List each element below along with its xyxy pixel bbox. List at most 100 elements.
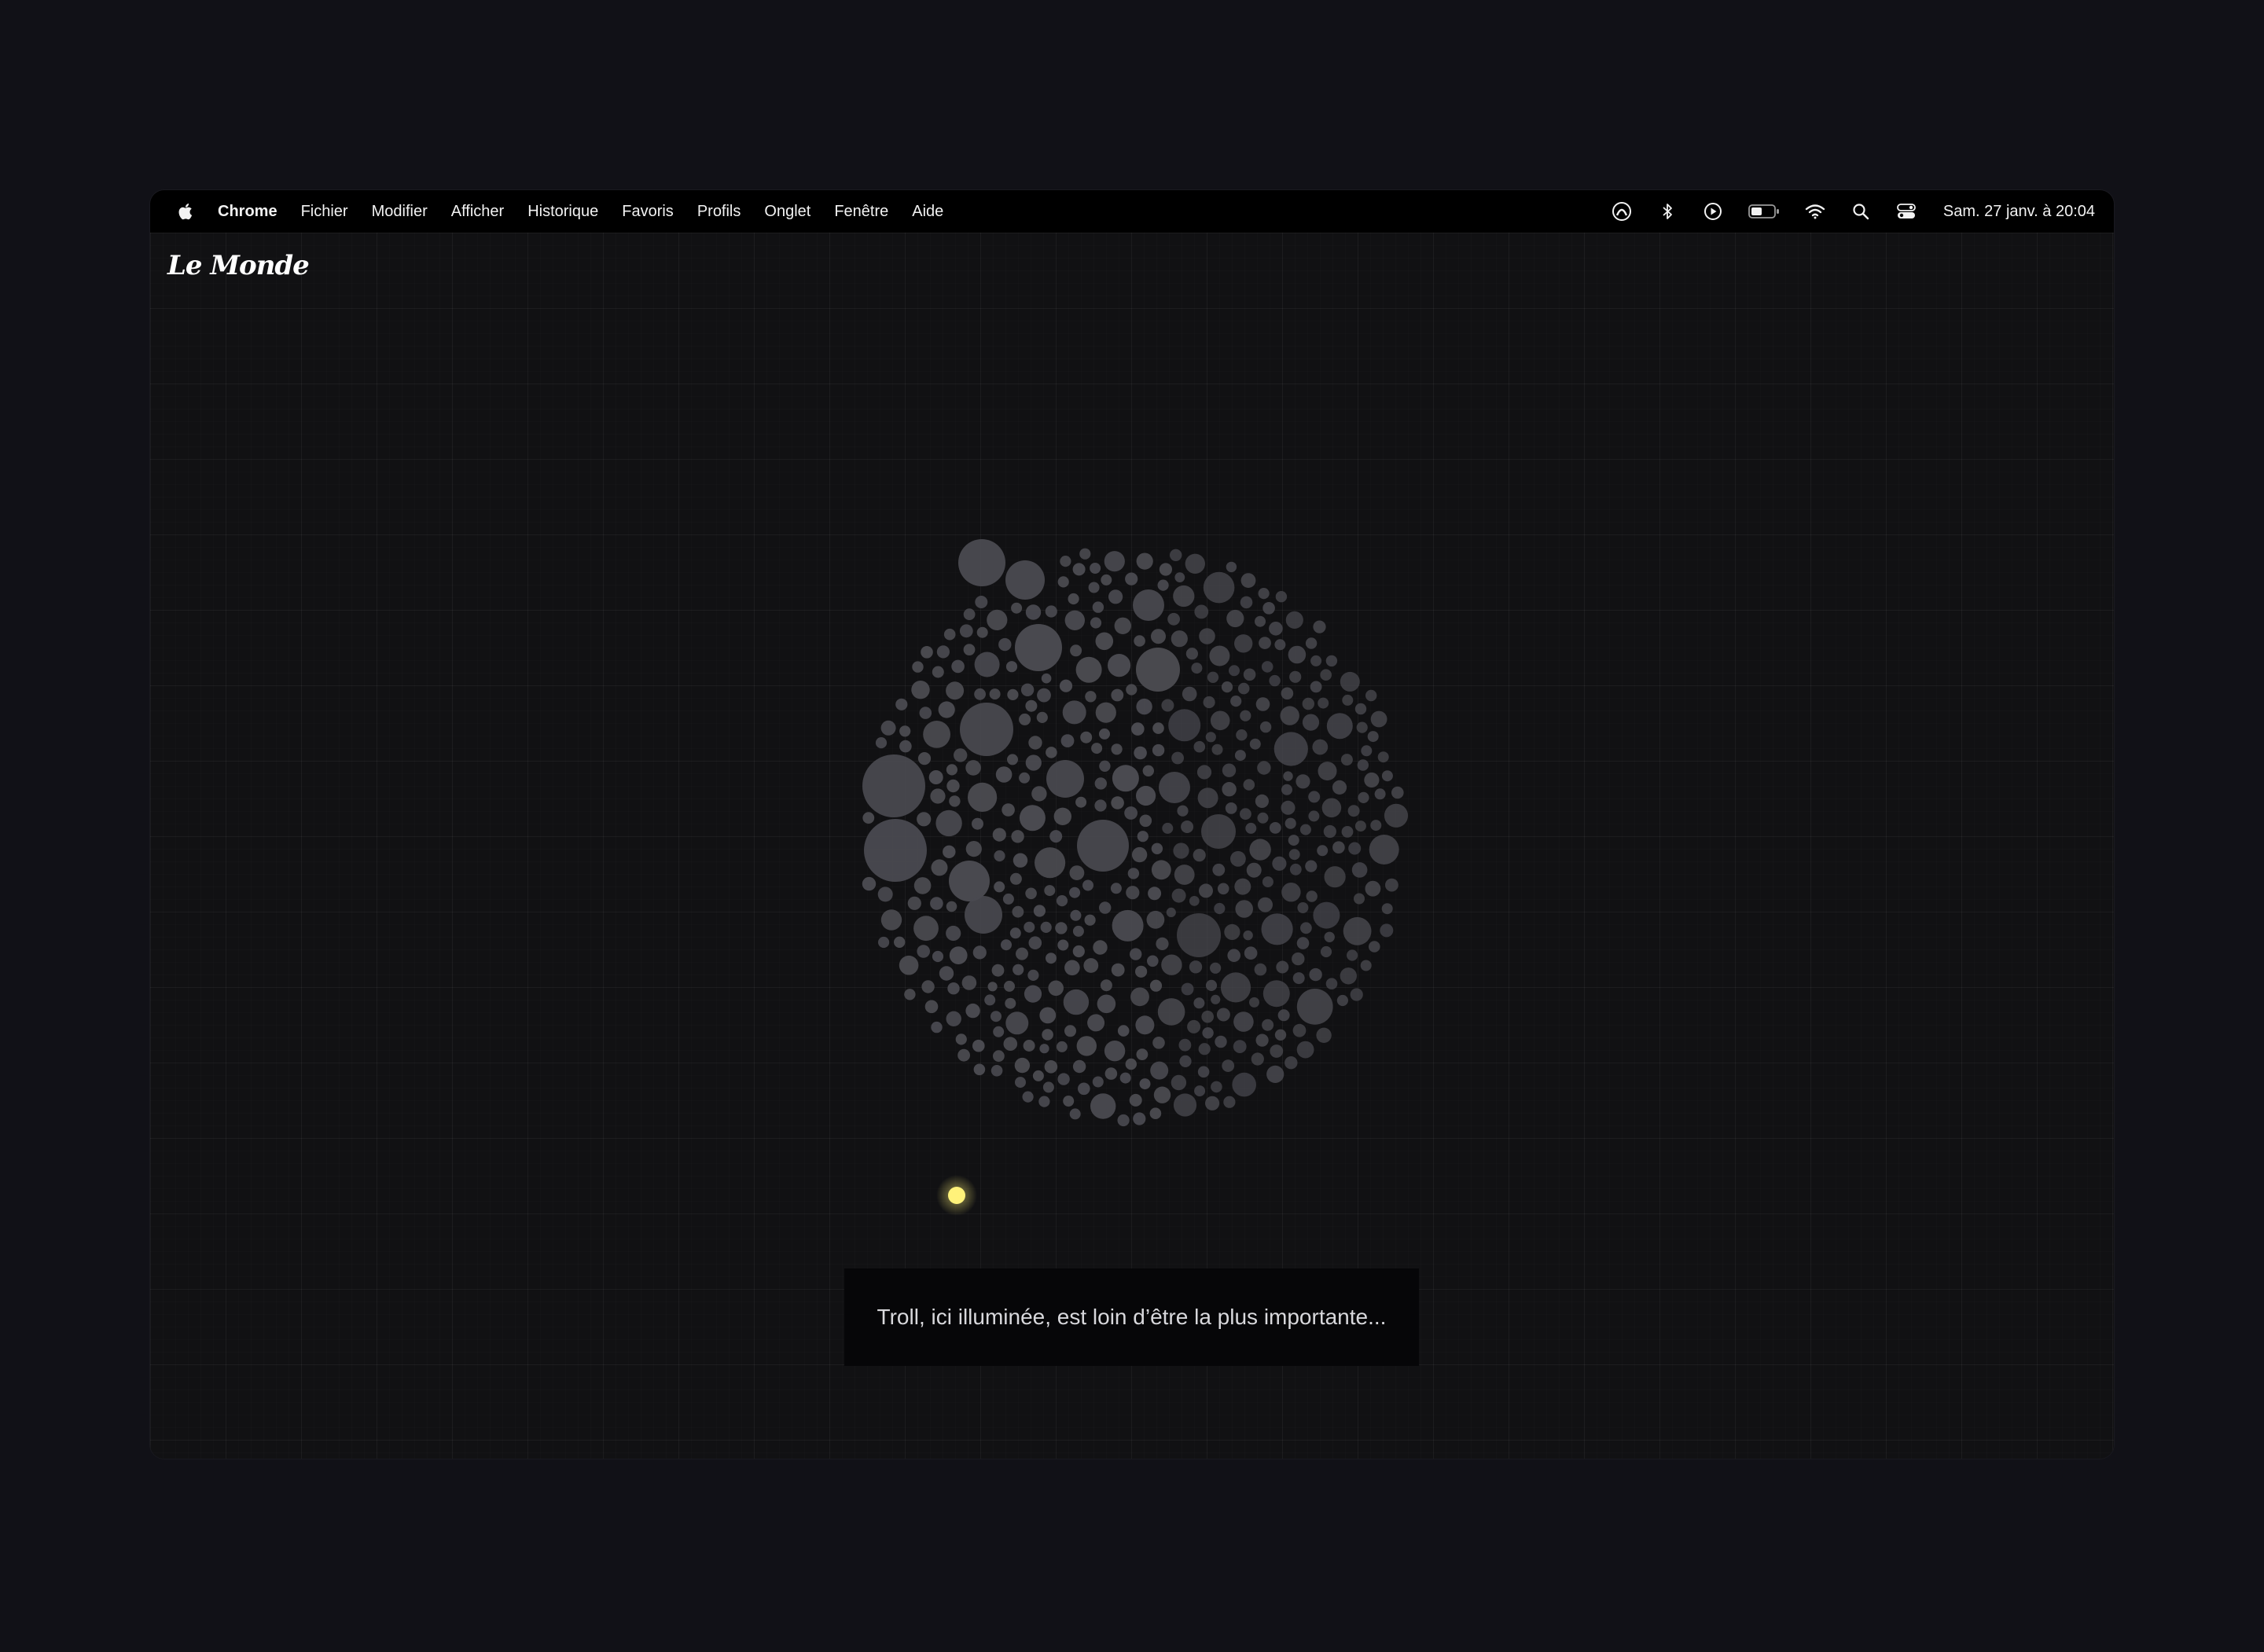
bubble[interactable] bbox=[946, 681, 965, 700]
bubble[interactable] bbox=[1069, 887, 1081, 898]
bubble[interactable] bbox=[1171, 888, 1186, 903]
bubble[interactable] bbox=[1064, 960, 1080, 976]
bubble[interactable] bbox=[1240, 808, 1251, 820]
bubble[interactable] bbox=[1092, 601, 1104, 613]
bubble[interactable] bbox=[1370, 710, 1387, 728]
bubble[interactable] bbox=[1023, 1040, 1035, 1052]
bubble[interactable] bbox=[1046, 747, 1057, 758]
bubble[interactable] bbox=[1259, 637, 1271, 649]
bubble[interactable] bbox=[1300, 922, 1312, 934]
bubble[interactable] bbox=[1336, 994, 1348, 1007]
bubble[interactable] bbox=[1325, 978, 1338, 989]
bubble[interactable] bbox=[1342, 694, 1354, 706]
bubble[interactable] bbox=[1299, 824, 1311, 835]
bubble[interactable] bbox=[1011, 602, 1023, 614]
bubble[interactable] bbox=[1230, 850, 1246, 867]
bubble[interactable] bbox=[1015, 624, 1062, 671]
play-icon[interactable] bbox=[1690, 190, 1736, 233]
bubble[interactable] bbox=[943, 845, 956, 858]
bubble[interactable] bbox=[1150, 1061, 1169, 1080]
bubble[interactable] bbox=[1009, 872, 1022, 885]
bubble[interactable] bbox=[1157, 579, 1169, 591]
bubble[interactable] bbox=[965, 841, 982, 857]
bubble[interactable] bbox=[1079, 548, 1091, 560]
bubble[interactable] bbox=[1221, 681, 1233, 693]
bubble[interactable] bbox=[1340, 754, 1353, 766]
bubble[interactable] bbox=[1057, 939, 1069, 951]
bubble[interactable] bbox=[917, 752, 932, 765]
bubble[interactable] bbox=[1042, 1081, 1054, 1093]
bubble[interactable] bbox=[1285, 817, 1296, 829]
bubble[interactable] bbox=[1193, 997, 1205, 1009]
battery-icon[interactable] bbox=[1736, 190, 1792, 233]
bubble[interactable] bbox=[1351, 862, 1368, 878]
bubble[interactable] bbox=[965, 896, 1002, 934]
bubble[interactable] bbox=[1236, 729, 1248, 741]
bubble[interactable] bbox=[1277, 1009, 1290, 1022]
bubble[interactable] bbox=[1171, 751, 1184, 765]
bubble[interactable] bbox=[895, 698, 908, 710]
bubble[interactable] bbox=[1193, 849, 1206, 862]
bubble[interactable] bbox=[1090, 563, 1101, 574]
bubble[interactable] bbox=[1320, 945, 1332, 958]
bubble[interactable] bbox=[961, 975, 977, 990]
bubble[interactable] bbox=[1101, 574, 1112, 586]
bubble[interactable] bbox=[1354, 820, 1366, 832]
bubble[interactable] bbox=[1131, 722, 1145, 736]
bubble[interactable] bbox=[1077, 820, 1129, 872]
bubble[interactable] bbox=[1243, 930, 1253, 941]
bubble[interactable] bbox=[987, 609, 1008, 630]
bubble[interactable] bbox=[1049, 830, 1063, 843]
bubble[interactable] bbox=[1053, 807, 1072, 825]
bubble[interactable] bbox=[1365, 689, 1377, 702]
bubble[interactable] bbox=[1210, 710, 1230, 731]
bubble[interactable] bbox=[1005, 997, 1016, 1009]
bubble[interactable] bbox=[1224, 923, 1240, 940]
bubble[interactable] bbox=[975, 596, 988, 608]
bubble[interactable] bbox=[1015, 1077, 1026, 1088]
bubble[interactable] bbox=[1189, 896, 1200, 906]
bubble[interactable] bbox=[1313, 620, 1326, 633]
bubble[interactable] bbox=[1313, 901, 1340, 929]
bluetooth-icon[interactable] bbox=[1645, 190, 1690, 233]
bubble[interactable] bbox=[1130, 948, 1142, 960]
bubble[interactable] bbox=[1249, 997, 1259, 1008]
bubble[interactable] bbox=[1093, 940, 1108, 955]
bubble[interactable] bbox=[1041, 673, 1052, 684]
bubble[interactable] bbox=[1031, 786, 1047, 802]
bubble[interactable] bbox=[1137, 831, 1149, 843]
bubble[interactable] bbox=[1270, 1044, 1284, 1058]
bubble[interactable] bbox=[992, 828, 1006, 842]
bubble[interactable] bbox=[1016, 947, 1028, 960]
bubble[interactable] bbox=[1205, 1096, 1220, 1111]
bubble[interactable] bbox=[949, 946, 968, 964]
bubble[interactable] bbox=[1285, 1056, 1298, 1070]
bubble[interactable] bbox=[1203, 571, 1235, 604]
bubble[interactable] bbox=[1318, 762, 1337, 781]
bubble[interactable] bbox=[1348, 842, 1362, 855]
bubble[interactable] bbox=[1025, 887, 1037, 900]
bubble[interactable] bbox=[1308, 810, 1320, 822]
bubble[interactable] bbox=[1152, 1037, 1165, 1049]
bubble[interactable] bbox=[1217, 883, 1229, 895]
bubble[interactable] bbox=[963, 644, 976, 655]
bubble[interactable] bbox=[1240, 596, 1253, 609]
bubble[interactable] bbox=[917, 945, 930, 958]
bubble[interactable] bbox=[1005, 560, 1045, 600]
bubble[interactable] bbox=[1309, 967, 1322, 982]
bubble[interactable] bbox=[899, 955, 919, 975]
bubble[interactable] bbox=[1111, 963, 1125, 977]
menu-favoris[interactable]: Favoris bbox=[610, 190, 685, 233]
bubble[interactable] bbox=[1007, 688, 1019, 701]
bubble[interactable] bbox=[1149, 1107, 1162, 1119]
bubble[interactable] bbox=[1161, 954, 1182, 975]
bubble[interactable] bbox=[1125, 572, 1138, 586]
bubble[interactable] bbox=[1296, 774, 1310, 789]
bubble[interactable] bbox=[1024, 985, 1042, 1003]
bubble[interactable] bbox=[1261, 661, 1274, 673]
bubble[interactable] bbox=[987, 982, 998, 992]
bubble[interactable] bbox=[1022, 1091, 1034, 1103]
bubble[interactable] bbox=[1035, 847, 1066, 879]
bubble[interactable] bbox=[864, 819, 927, 882]
bubble[interactable] bbox=[1226, 609, 1244, 628]
